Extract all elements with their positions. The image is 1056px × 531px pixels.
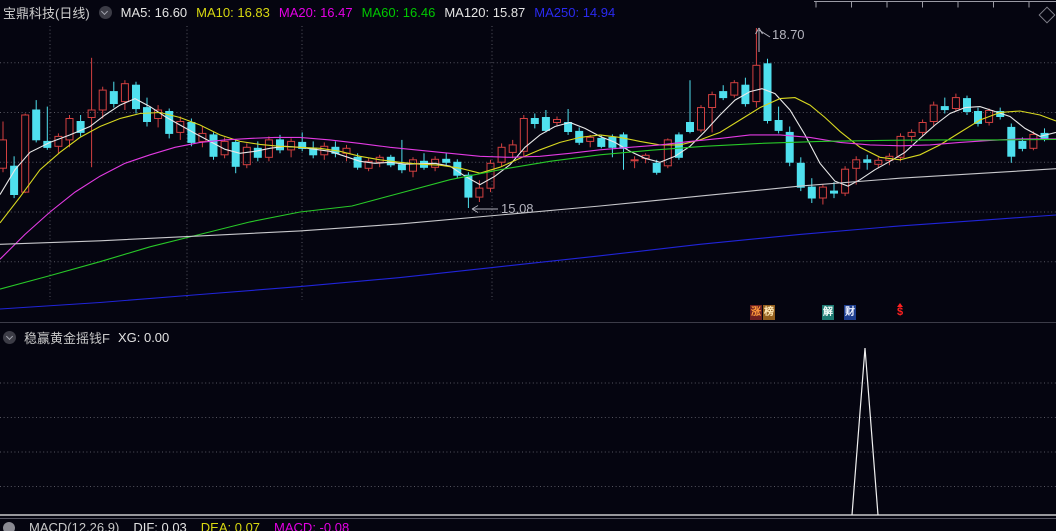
sub-indicator-name: 稳赢黄金摇钱F <box>24 331 110 346</box>
collapse-circle-icon[interactable] <box>3 521 15 531</box>
ma60-value: MA60: 16.46 <box>361 4 436 20</box>
low-price-annotation: 15.08 <box>501 201 534 216</box>
ma250-value: MA250: 14.94 <box>534 4 616 20</box>
chevron-down-circle-icon[interactable] <box>98 5 112 19</box>
macd-value: MACD: -0.08 <box>274 520 350 531</box>
xg-value: XG: 0.00 <box>117 330 170 345</box>
ma120-value: MA120: 15.87 <box>444 4 526 20</box>
panel-separator-sub <box>0 518 1056 519</box>
panel-separator-main <box>0 322 1056 323</box>
badge-zhang[interactable]: 涨 <box>750 305 762 320</box>
price-chart-canvas[interactable] <box>0 0 1056 531</box>
badge-cai[interactable]: 财 <box>844 305 856 320</box>
chart-header: 宝鼎科技(日线) MA5: 16.60 MA10: 16.83 MA20: 16… <box>0 0 1056 24</box>
ma20-value: MA20: 16.47 <box>278 4 353 20</box>
badge-bang[interactable]: 榜 <box>763 305 775 320</box>
sub-indicator-header: 稳赢黄金摇钱F XG: 0.00 <box>3 328 169 347</box>
badge-jie[interactable]: 解 <box>822 305 834 320</box>
high-price-annotation: 18.70 <box>772 27 805 42</box>
ma5-value: MA5: 16.60 <box>120 4 188 20</box>
dif-value: DIF: 0.03 <box>133 520 187 531</box>
macd-indicator-header: MACD(12,26,9) DIF: 0.03 DEA: 0.07 MACD: … <box>3 520 349 531</box>
chevron-down-circle-icon[interactable] <box>3 331 16 344</box>
badge-dollar[interactable]: $ <box>893 303 907 318</box>
stock-title: 宝鼎科技(日线) <box>3 5 90 21</box>
ma10-value: MA10: 16.83 <box>196 4 270 20</box>
dea-value: DEA: 0.07 <box>200 520 261 531</box>
dollar-text: $ <box>896 306 904 318</box>
macd-name: MACD(12,26,9) <box>29 520 120 531</box>
stock-chart-window: { "header": { "title": "宝鼎科技(日线)", "indi… <box>0 0 1056 531</box>
